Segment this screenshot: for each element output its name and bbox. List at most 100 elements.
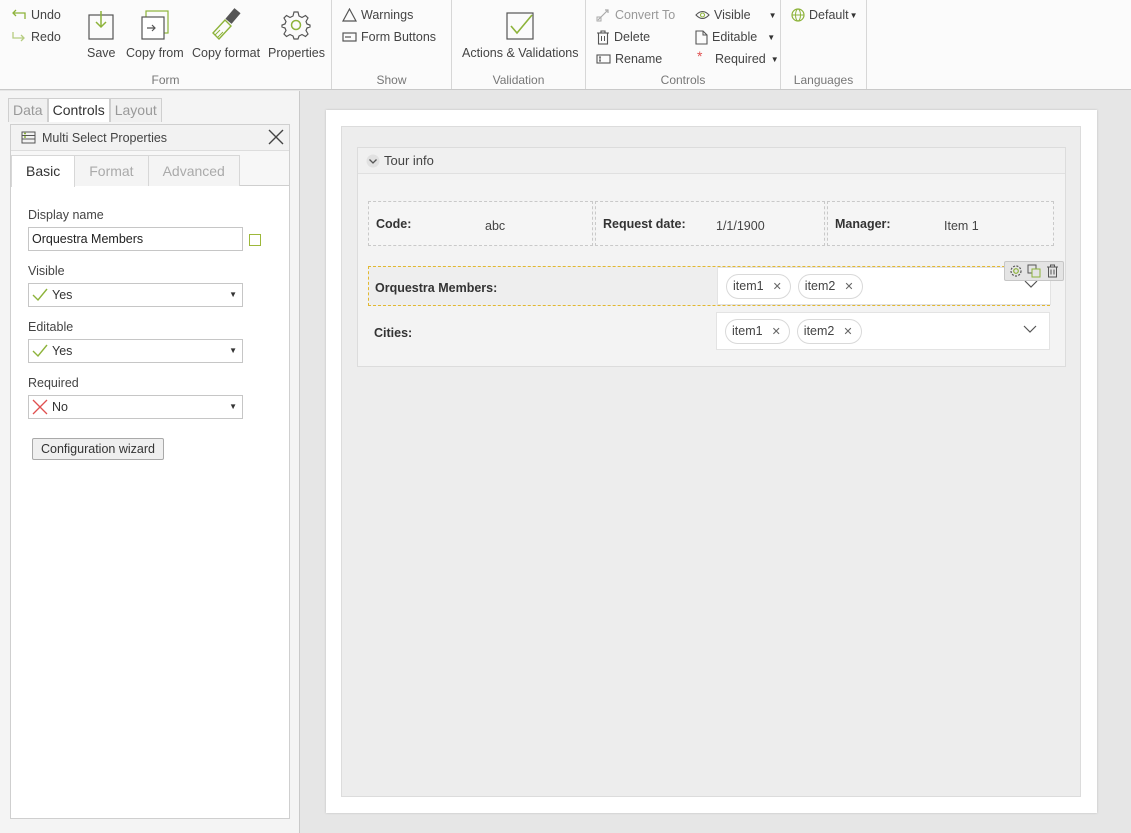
save-icon	[88, 11, 114, 40]
chevron-down-icon: ▼	[229, 402, 237, 411]
display-name-label: Display name	[28, 208, 104, 222]
visible-label: Visible	[28, 264, 65, 278]
chip[interactable]: item1 ✕	[725, 318, 790, 344]
convert-to-button[interactable]: Convert To	[596, 6, 675, 24]
cities-multiselect[interactable]: item1 ✕ item2 ✕	[716, 312, 1050, 350]
trash-icon	[597, 29, 609, 45]
redo-icon	[12, 32, 25, 42]
code-value: abc	[485, 219, 506, 233]
trash-icon[interactable]	[1046, 264, 1059, 278]
tab-layout[interactable]: Layout	[109, 98, 162, 122]
x-icon	[32, 399, 48, 415]
actions-validations-button[interactable]: Actions & Validations	[462, 6, 579, 60]
check-icon	[32, 288, 48, 302]
chevron-down-icon[interactable]	[1024, 280, 1038, 289]
copy-format-button[interactable]: Copy format	[192, 6, 260, 60]
chevron-down-icon: ▼	[768, 10, 777, 20]
section-title: Tour info	[384, 153, 434, 168]
display-name-checkbox[interactable]	[249, 234, 261, 246]
tab-controls[interactable]: Controls	[47, 98, 110, 122]
configuration-wizard-button[interactable]: Configuration wizard	[32, 438, 164, 460]
subtab-basic[interactable]: Basic	[11, 155, 76, 187]
ribbon-group-controls: Convert To Delete Rename Visible ▼ Edita…	[586, 0, 781, 89]
editable-label: Editable	[28, 320, 74, 334]
save-button[interactable]: Save	[87, 6, 116, 60]
redo-button[interactable]: Redo	[11, 28, 61, 46]
cities-label: Cities:	[374, 326, 413, 340]
remove-icon[interactable]: ✕	[843, 325, 852, 338]
chevron-down-icon: ▼	[849, 10, 858, 20]
subtab-advanced[interactable]: Advanced	[147, 155, 240, 186]
close-icon[interactable]	[267, 128, 285, 146]
section-header[interactable]: Tour info	[358, 148, 1065, 174]
warning-icon	[342, 8, 357, 22]
ribbon-group-show: Warnings Form Buttons Show	[332, 0, 452, 89]
subtab-format[interactable]: Format	[74, 155, 149, 186]
edit-doc-icon	[695, 29, 708, 45]
copy-from-button[interactable]: Copy from	[126, 6, 184, 60]
chevron-down-icon: ▼	[770, 54, 779, 64]
editable-dropdown[interactable]: Editable ▼	[695, 28, 775, 46]
code-label: Code:	[376, 217, 412, 231]
section-tour-info: Tour info Code: abc Request date: 1/1/19…	[357, 147, 1066, 367]
ribbon-group-languages: Default ▼ Languages	[781, 0, 867, 89]
group-label-validation: Validation	[492, 73, 545, 87]
asterisk-icon: *	[697, 48, 703, 64]
chip[interactable]: item2 ✕	[796, 318, 862, 344]
chip[interactable]: item1 ✕	[726, 273, 791, 299]
panel-tabs: Data Controls Layout	[8, 98, 162, 122]
rename-icon	[596, 54, 611, 64]
ribbon-group-validation: Actions & Validations Validation	[452, 0, 586, 89]
cities-row[interactable]: Cities: item1 ✕ item2 ✕	[368, 312, 1050, 352]
request-date-value: 1/1/1900	[716, 219, 765, 233]
visible-select[interactable]: Yes ▼	[28, 283, 243, 307]
properties-header: Multi Select Properties	[11, 125, 289, 151]
ribbon: Undo Redo Save Copy from Copy format Pro…	[0, 0, 1131, 90]
gear-icon[interactable]	[1009, 264, 1023, 278]
group-label-controls: Controls	[660, 73, 706, 87]
visible-dropdown[interactable]: Visible ▼	[695, 6, 777, 24]
code-cell[interactable]: Code: abc	[368, 201, 593, 246]
delete-button[interactable]: Delete	[596, 28, 650, 46]
orquestra-members-row[interactable]: Orquestra Members: item1 ✕ item2 ✕	[368, 261, 1064, 306]
multi-select-icon	[21, 131, 36, 144]
properties-title: Multi Select Properties	[42, 130, 168, 145]
form-canvas: Tour info Code: abc Request date: 1/1/19…	[326, 110, 1097, 813]
remove-icon[interactable]: ✕	[772, 325, 781, 338]
left-panel: Data Controls Layout Multi Select Proper…	[0, 91, 300, 833]
required-select[interactable]: No ▼	[28, 395, 243, 419]
checkmark-box-icon	[506, 12, 534, 40]
collapse-icon[interactable]	[366, 154, 380, 168]
control-toolbox	[1004, 261, 1064, 281]
group-label-languages: Languages	[793, 73, 854, 87]
paintbrush-icon	[212, 8, 241, 40]
chevron-down-icon[interactable]	[1023, 325, 1037, 334]
properties-subtabs: Basic Format Advanced	[11, 151, 289, 187]
language-dropdown[interactable]: Default ▼	[791, 6, 858, 24]
check-icon	[32, 344, 48, 358]
editable-select[interactable]: Yes ▼	[28, 339, 243, 363]
manager-cell[interactable]: Manager: Item 1	[827, 201, 1054, 246]
orquestra-members-multiselect[interactable]: item1 ✕ item2 ✕	[717, 267, 1051, 305]
orquestra-members-label: Orquestra Members:	[375, 281, 498, 295]
warnings-button[interactable]: Warnings	[342, 6, 413, 24]
copy-icon[interactable]	[1027, 264, 1041, 278]
form-area: Tour info Code: abc Request date: 1/1/19…	[341, 126, 1081, 797]
required-dropdown[interactable]: * Required ▼	[697, 48, 779, 68]
properties-button[interactable]: Properties	[268, 6, 325, 60]
display-name-input[interactable]	[28, 227, 243, 251]
manager-value: Item 1	[944, 219, 979, 233]
convert-icon	[596, 9, 609, 22]
properties-panel: Multi Select Properties Basic Format Adv…	[10, 124, 290, 819]
request-date-cell[interactable]: Request date: 1/1/1900	[595, 201, 825, 246]
tab-data[interactable]: Data	[8, 98, 48, 122]
undo-button[interactable]: Undo	[11, 6, 61, 24]
rename-button[interactable]: Rename	[596, 50, 662, 68]
chevron-down-icon: ▼	[767, 32, 776, 42]
form-buttons-button[interactable]: Form Buttons	[342, 28, 436, 46]
remove-icon[interactable]: ✕	[773, 280, 782, 293]
remove-icon[interactable]: ✕	[844, 280, 853, 293]
chevron-down-icon: ▼	[229, 290, 237, 299]
chip[interactable]: item2 ✕	[797, 273, 863, 299]
undo-icon	[12, 9, 26, 19]
